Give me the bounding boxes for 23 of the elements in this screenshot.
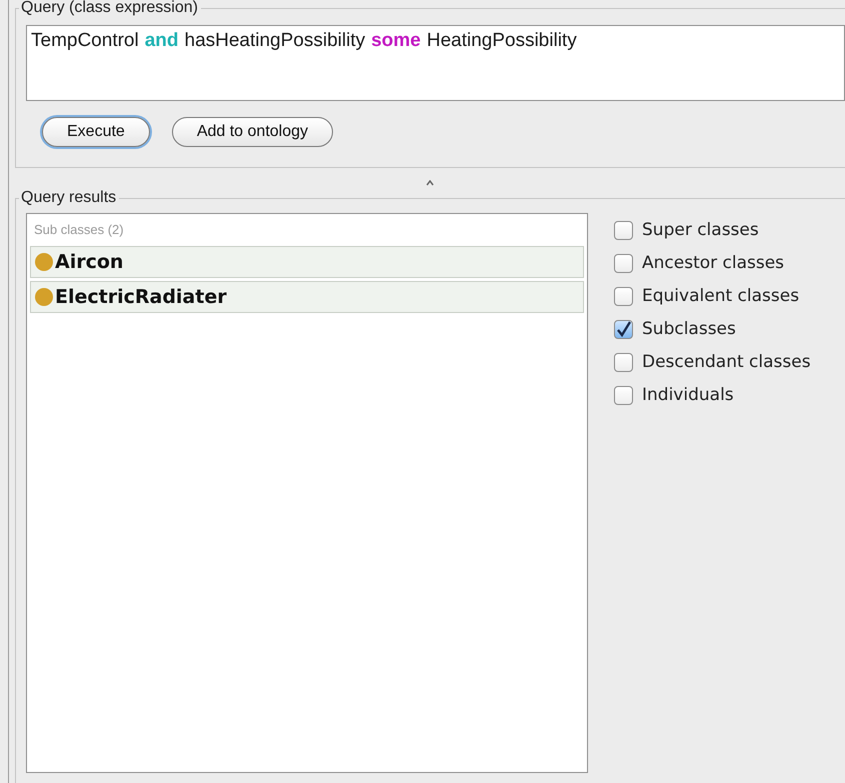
class-name: Aircon (55, 251, 124, 273)
checkbox-label: Super classes (642, 220, 759, 240)
execute-button[interactable]: Execute (42, 117, 150, 147)
checkbox-label: Equivalent classes (642, 286, 800, 306)
splitter-handle-icon[interactable] (426, 180, 434, 186)
checkbox[interactable] (614, 386, 633, 404)
checkbox[interactable] (614, 254, 633, 272)
group-title: Query results (19, 189, 120, 207)
result-row[interactable]: Aircon (30, 246, 584, 278)
checkbox-label: Individuals (642, 385, 734, 405)
checkbox[interactable] (614, 320, 633, 338)
add-button[interactable]: Add to ontology (172, 117, 334, 147)
checkbox[interactable] (614, 220, 633, 240)
checkbox[interactable] (614, 352, 633, 372)
section-title: Sub classes (2) (33, 222, 125, 239)
checkbox-label: Subclasses (642, 319, 736, 339)
group-title: Query (class expression) (19, 0, 201, 17)
checkbox-label: Ancestor classes (642, 253, 784, 273)
checkbox[interactable] (614, 286, 633, 306)
result-row[interactable]: ElectricRadiater (30, 281, 584, 313)
query-field[interactable]: TempControl and hasHeatingPossibility some HeatingPossibility (26, 25, 845, 101)
checkbox-label: Descendant classes (642, 352, 811, 372)
class-name: ElectricRadiater (55, 286, 227, 308)
